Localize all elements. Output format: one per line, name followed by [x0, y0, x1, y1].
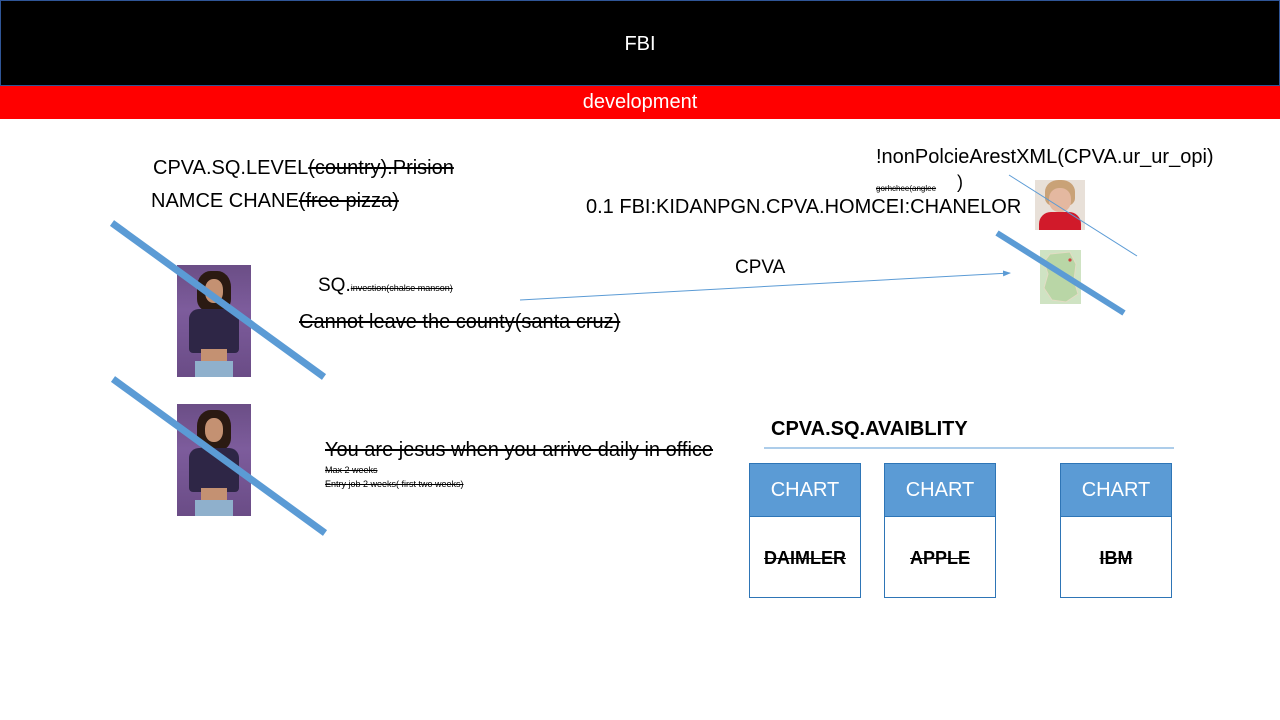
strike-line-2: [110, 376, 328, 536]
strike-line-3: [995, 230, 1126, 316]
connector-line: [1008, 174, 1138, 257]
lines-overlay: [109, 174, 1174, 536]
strike-line-1: [109, 220, 327, 380]
connector-arrow: [519, 270, 1011, 301]
